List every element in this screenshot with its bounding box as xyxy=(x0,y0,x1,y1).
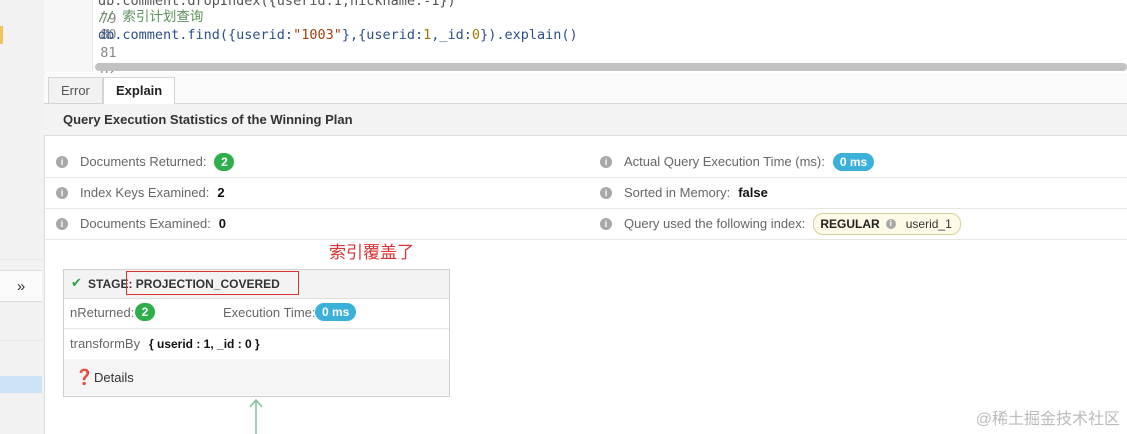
check-icon: ✔ xyxy=(71,275,82,290)
panel-divider xyxy=(0,259,42,260)
details-icon: ❓ xyxy=(75,369,94,386)
code-token: }).explain() xyxy=(480,27,578,43)
info-icon[interactable]: i xyxy=(885,218,896,229)
stats-row-2: i Index Keys Examined: 2 i Sorted in Mem… xyxy=(44,177,1127,209)
stat-documents-examined: i Documents Examined: 0 xyxy=(56,208,226,239)
code-token: db.comment.find({userid: xyxy=(98,27,294,43)
info-icon: i xyxy=(600,217,612,230)
horizontal-scrollbar[interactable] xyxy=(95,63,1127,71)
transform-value: { userid : 1, _id : 0 } xyxy=(149,337,260,351)
collapse-chevron-icon[interactable]: » xyxy=(0,270,42,302)
info-icon: i xyxy=(600,155,612,168)
stat-value: 2 xyxy=(217,185,225,200)
code-token: },{userid: xyxy=(341,27,424,43)
tab-explain[interactable]: Explain xyxy=(103,77,176,104)
stat-label: Index Keys Examined: xyxy=(80,185,210,200)
stat-value: 0 xyxy=(218,216,227,231)
stat-label: Documents Examined: xyxy=(80,216,211,231)
stat-label: Documents Returned: xyxy=(80,154,207,169)
panel-divider xyxy=(0,340,42,341)
left-panel: » xyxy=(0,0,45,434)
stage-header: ✔ STAGE: PROJECTION_COVERED xyxy=(64,270,449,299)
time-badge: 0 ms xyxy=(832,152,875,171)
info-icon: i xyxy=(600,186,612,199)
annotation-text: 索引覆盖了 xyxy=(329,243,414,262)
stat-value: false xyxy=(738,185,768,200)
stat-index-keys-examined: i Index Keys Examined: 2 xyxy=(56,177,225,208)
stat-execution-time: i Actual Query Execution Time (ms): 0 ms xyxy=(600,146,875,177)
index-type: REGULAR xyxy=(820,216,880,231)
stat-index-used: i Query used the following index: REGULA… xyxy=(600,208,961,239)
code-token: ,_id: xyxy=(431,27,472,43)
stat-label: Sorted in Memory: xyxy=(624,185,731,200)
code-number: 0 xyxy=(471,27,481,43)
stats-row-1: i Documents Returned: 2 i Actual Query E… xyxy=(44,146,1127,178)
stat-sorted-in-memory: i Sorted in Memory: false xyxy=(600,177,768,208)
selected-tree-item[interactable] xyxy=(0,376,42,393)
watermark: @稀土掘金技术社区 xyxy=(975,411,1120,428)
stats-row-3: i Documents Examined: 0 i Query used the… xyxy=(44,208,1127,240)
nreturned-label: nReturned: xyxy=(70,305,135,320)
code-text: db.comment.find({userid:"1003"},{userid:… xyxy=(98,26,578,44)
stat-label: Actual Query Execution Time (ms): xyxy=(624,154,825,169)
stage-card: ✔ STAGE: PROJECTION_COVERED nReturned: 2… xyxy=(63,269,450,397)
count-badge: 2 xyxy=(214,152,235,171)
tab-error[interactable]: Error xyxy=(48,77,103,103)
stat-label: Query used the following index: xyxy=(624,216,806,231)
connector-arrow-icon xyxy=(249,398,263,434)
execution-time-label: Execution Time: xyxy=(223,305,316,320)
transform-label: transformBy xyxy=(70,336,141,351)
execution-time-badge: 0 ms xyxy=(315,303,357,321)
code-string: "1003" xyxy=(293,27,342,43)
query-editor[interactable]: 79 db.comment.dropIndex({userid:1,nickna… xyxy=(0,0,1127,79)
code-line-80[interactable]: 80 // 索引计划查询 xyxy=(44,8,203,43)
info-icon: i xyxy=(56,155,68,168)
index-pill[interactable]: REGULAR i userid_1 xyxy=(813,212,961,235)
info-icon: i xyxy=(56,186,68,199)
annotation-highlight-box xyxy=(126,271,299,295)
index-name: userid_1 xyxy=(905,216,952,231)
section-title: Query Execution Statistics of the Winnin… xyxy=(63,112,353,127)
stage-transform-row: transformBy { userid : 1, _id : 0 } xyxy=(64,329,449,360)
section-header: Query Execution Statistics of the Winnin… xyxy=(44,104,1127,136)
nreturned-badge: 2 xyxy=(135,303,155,321)
details-button[interactable]: ❓ Details xyxy=(64,359,449,395)
stage-stats-row: nReturned: 2 Execution Time: 0 ms xyxy=(64,298,449,329)
result-tabs: Error Explain xyxy=(44,73,1127,104)
code-comment: // 索引计划查询 xyxy=(98,9,204,25)
info-icon: i xyxy=(56,217,68,230)
code-line-81[interactable]: 81 db.comment.find({userid:"1003"},{user… xyxy=(0,26,578,61)
details-label: Details xyxy=(94,370,134,385)
stat-documents-returned: i Documents Returned: 2 xyxy=(56,146,235,177)
